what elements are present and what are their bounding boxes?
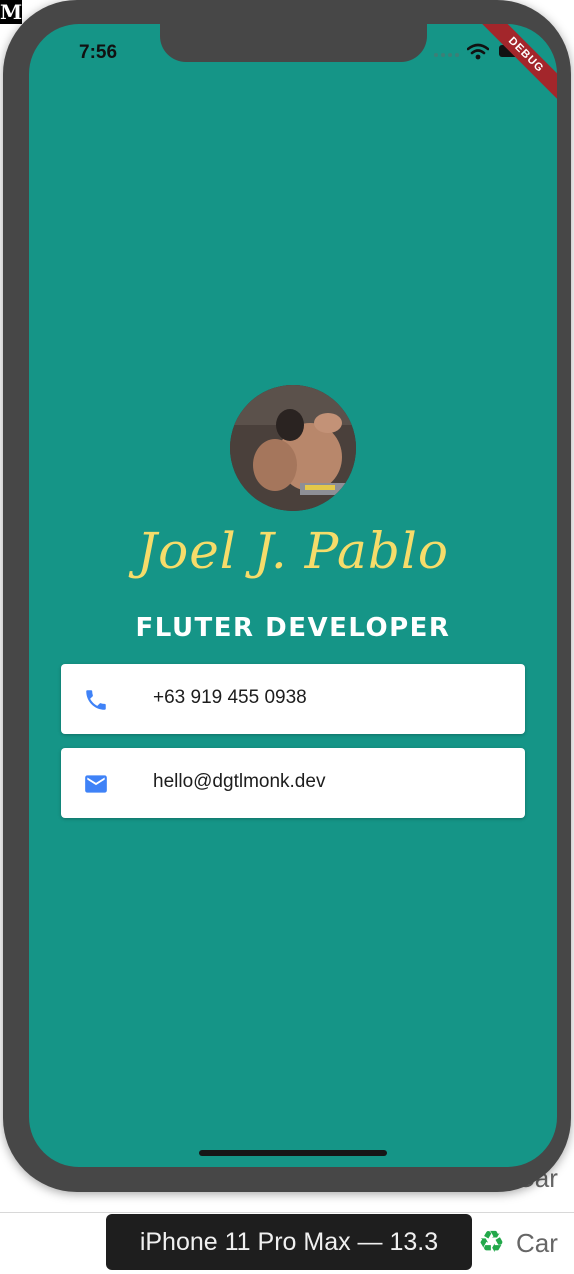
avatar bbox=[230, 385, 356, 511]
phone-card[interactable]: +63 919 455 0938 bbox=[61, 664, 525, 734]
background-list-row[interactable]: ♻ Car bbox=[478, 1225, 574, 1265]
profile-name: Joel J. Pablo bbox=[137, 522, 449, 580]
cellular-signal-icon bbox=[434, 53, 459, 57]
avatar-photo bbox=[230, 385, 356, 511]
debug-banner: DEBUG bbox=[466, 24, 557, 115]
phone-icon bbox=[86, 690, 106, 710]
simulator-device-frame: 7:56 DEBUG Joel J. Pablo FLUTER DEVELOPE… bbox=[3, 0, 571, 1192]
mail-icon bbox=[85, 775, 107, 793]
phone-number: +63 919 455 0938 bbox=[153, 687, 307, 708]
device-notch bbox=[160, 24, 427, 62]
status-time: 7:56 bbox=[79, 42, 118, 63]
background-divider bbox=[0, 1212, 574, 1213]
recycle-icon: ♻ bbox=[478, 1226, 505, 1259]
app-screen: 7:56 DEBUG Joel J. Pablo FLUTER DEVELOPE… bbox=[29, 24, 557, 1167]
email-card[interactable]: hello@dgtlmonk.dev bbox=[61, 748, 525, 818]
wifi-icon bbox=[467, 43, 489, 60]
background-row-label: Car bbox=[516, 1228, 558, 1258]
home-indicator[interactable] bbox=[199, 1150, 387, 1156]
simulator-device-label: iPhone 11 Pro Max — 13.3 bbox=[106, 1214, 472, 1270]
profile-title: FLUTER DEVELOPER bbox=[135, 613, 451, 643]
background-app-logo: M bbox=[0, 0, 23, 24]
email-address: hello@dgtlmonk.dev bbox=[153, 771, 326, 792]
